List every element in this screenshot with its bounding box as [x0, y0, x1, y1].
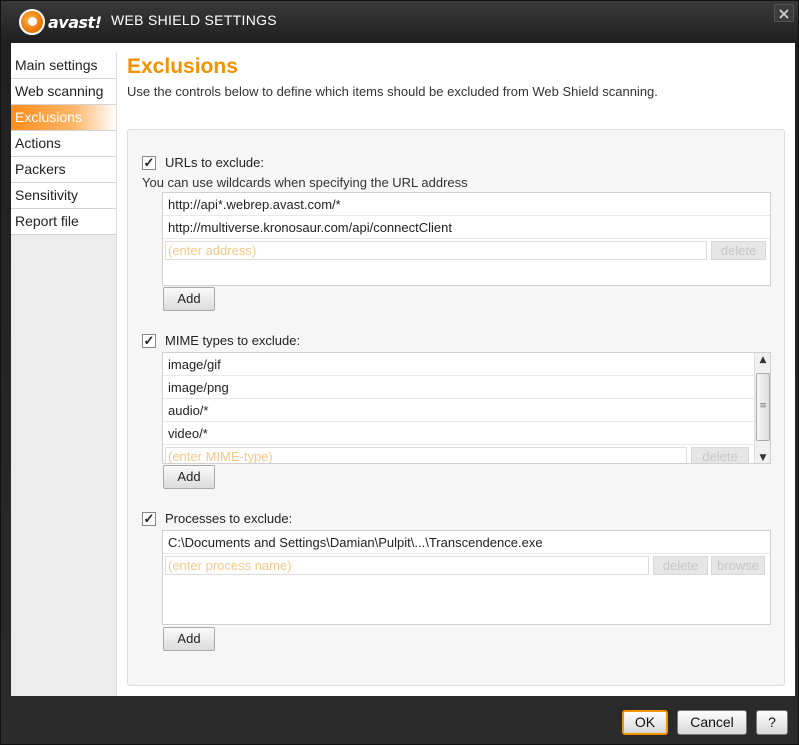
arrow-down-icon[interactable]: ▼	[755, 451, 770, 463]
sidebar-item-packers[interactable]: Packers	[11, 157, 116, 183]
mime-delete-button[interactable]: delete	[691, 447, 749, 463]
checkmark-icon: ✓	[143, 154, 155, 170]
page-title: Exclusions	[127, 55, 238, 78]
sidebar-item-exclusions[interactable]: Exclusions	[11, 105, 116, 131]
help-button[interactable]: ?	[756, 710, 788, 735]
url-delete-button[interactable]: delete	[711, 241, 766, 260]
process-add-button[interactable]: Add	[163, 627, 215, 651]
ok-button[interactable]: OK	[622, 710, 668, 735]
mime-add-button[interactable]: Add	[163, 465, 215, 489]
mime-checkbox[interactable]: ✓	[142, 332, 156, 348]
mime-entry-row: (enter MIME-type) delete	[163, 445, 770, 463]
mime-list: image/gif image/png audio/* video/* (ent…	[162, 352, 771, 464]
processes-entry-row: (enter process name) delete browse	[163, 554, 770, 577]
processes-label: Processes to exclude:	[165, 511, 293, 526]
urls-entry-row: (enter address) delete	[163, 239, 770, 262]
process-delete-button[interactable]: delete	[653, 556, 708, 575]
checkmark-icon: ✓	[143, 510, 155, 526]
sidebar: Main settings Web scanning Exclusions Ac…	[11, 53, 117, 696]
process-input[interactable]: (enter process name)	[165, 556, 649, 575]
sidebar-item-report-file[interactable]: Report file	[11, 209, 116, 235]
mime-label: MIME types to exclude:	[165, 333, 301, 348]
list-item[interactable]: C:\Documents and Settings\Damian\Pulpit\…	[163, 531, 770, 554]
url-add-button[interactable]: Add	[163, 287, 215, 311]
sidebar-item-sensitivity[interactable]: Sensitivity	[11, 183, 116, 209]
logo-text: avast!	[48, 12, 102, 32]
urls-label: URLs to exclude:	[165, 155, 264, 170]
checkmark-icon: ✓	[143, 332, 155, 348]
list-item[interactable]: http://api*.webrep.avast.com/*	[163, 193, 770, 216]
sidebar-item-main-settings[interactable]: Main settings	[11, 53, 116, 79]
list-item[interactable]: image/png	[163, 376, 754, 399]
page-description: Use the controls below to define which i…	[127, 84, 658, 99]
exclusions-panel: ✓ URLs to exclude: You can use wildcards…	[127, 129, 785, 686]
urls-list: http://api*.webrep.avast.com/* http://mu…	[162, 192, 771, 286]
scrollbar-thumb[interactable]: ≡	[756, 373, 770, 441]
processes-section-header: ✓ Processes to exclude:	[142, 511, 292, 526]
settings-window: avast! WEB SHIELD SETTINGS × Main settin…	[0, 0, 799, 745]
sidebar-item-web-scanning[interactable]: Web scanning	[11, 79, 116, 105]
mime-section-header: ✓ MIME types to exclude:	[142, 333, 300, 348]
list-item[interactable]: video/*	[163, 422, 754, 445]
cancel-button[interactable]: Cancel	[677, 710, 747, 735]
logo-ball	[19, 9, 45, 35]
urls-checkbox[interactable]: ✓	[142, 154, 156, 170]
main-panel: Exclusions Use the controls below to def…	[127, 43, 795, 696]
list-item[interactable]: image/gif	[163, 353, 754, 376]
content-area: Main settings Web scanning Exclusions Ac…	[11, 43, 795, 696]
list-item[interactable]: audio/*	[163, 399, 754, 422]
title-bar: avast! WEB SHIELD SETTINGS ×	[1, 1, 799, 41]
process-browse-button[interactable]: browse	[711, 556, 765, 575]
sidebar-item-actions[interactable]: Actions	[11, 131, 116, 157]
urls-section-header: ✓ URLs to exclude:	[142, 155, 264, 170]
processes-list: C:\Documents and Settings\Damian\Pulpit\…	[162, 530, 771, 625]
avast-logo-icon: avast!	[19, 7, 102, 37]
url-input[interactable]: (enter address)	[165, 241, 707, 260]
processes-checkbox[interactable]: ✓	[142, 510, 156, 526]
window-title: WEB SHIELD SETTINGS	[111, 12, 277, 28]
close-icon[interactable]: ×	[774, 4, 794, 23]
arrow-up-icon[interactable]: ▲	[755, 353, 770, 367]
mime-scrollbar[interactable]: ▲ ≡ ▼	[754, 353, 770, 463]
mime-input[interactable]: (enter MIME-type)	[165, 447, 687, 463]
urls-hint: You can use wildcards when specifying th…	[142, 175, 468, 190]
list-item[interactable]: http://multiverse.kronosaur.com/api/conn…	[163, 216, 770, 239]
